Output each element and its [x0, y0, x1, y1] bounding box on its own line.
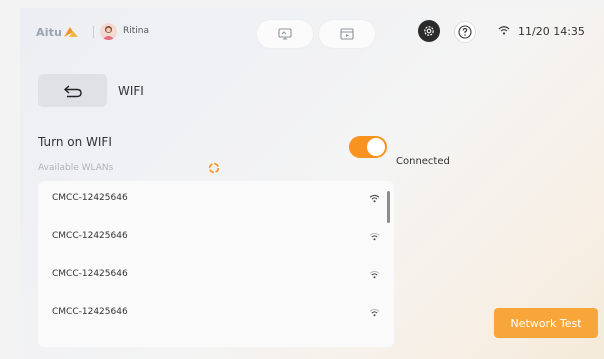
monitor-icon	[278, 28, 292, 40]
help-button[interactable]	[454, 21, 476, 43]
avatar-icon[interactable]	[100, 23, 117, 40]
app-frame: Aitu Ritina 11/20 14:35 WIFI Turn on WIF…	[20, 8, 604, 359]
network-row[interactable]: CMCC-12425646	[38, 295, 394, 333]
network-test-button[interactable]: Network Test	[494, 308, 598, 338]
settings-button[interactable]	[418, 20, 440, 42]
logo-icon	[64, 27, 79, 37]
network-name: CMCC-12425646	[52, 193, 128, 203]
mode-switcher	[257, 20, 375, 48]
wifi-toggle[interactable]	[349, 136, 387, 158]
app-logo: Aitu	[36, 25, 79, 39]
network-row[interactable]: CMCC-12425646	[38, 181, 394, 219]
header-divider	[93, 26, 94, 38]
toggle-knob	[367, 138, 385, 156]
wifi-signal-icon	[369, 232, 380, 241]
logo-text: Aitu	[36, 25, 63, 39]
network-row[interactable]: CMCC-12425646	[38, 219, 394, 257]
network-name: CMCC-12425646	[52, 307, 128, 317]
wifi-signal-icon	[369, 270, 380, 279]
loading-spinner-icon	[208, 162, 220, 174]
clock: 11/20 14:35	[518, 25, 585, 38]
video-icon	[340, 28, 354, 40]
help-icon	[458, 25, 472, 39]
wifi-signal-icon	[369, 194, 380, 203]
gear-icon	[424, 26, 434, 36]
connection-status: Connected	[396, 156, 450, 167]
page-title: WIFI	[118, 84, 144, 98]
wifi-toggle-label: Turn on WIFI	[38, 135, 112, 149]
network-name: CMCC-12425646	[52, 269, 128, 279]
back-arrow-icon	[63, 84, 82, 97]
video-mode-button[interactable]	[319, 20, 375, 48]
network-list: CMCC-12425646 CMCC-12425646 CMCC-1242564…	[38, 181, 394, 347]
wifi-signal-icon	[369, 308, 380, 317]
monitor-mode-button[interactable]	[257, 20, 313, 48]
network-name: CMCC-12425646	[52, 231, 128, 241]
user-name[interactable]: Ritina	[123, 26, 149, 36]
network-row[interactable]: CMCC-12425646	[38, 257, 394, 295]
available-wlans-label: Available WLANs	[38, 163, 114, 173]
back-button[interactable]	[38, 74, 107, 107]
wifi-icon[interactable]	[498, 25, 510, 36]
list-scrollbar[interactable]	[387, 191, 390, 223]
